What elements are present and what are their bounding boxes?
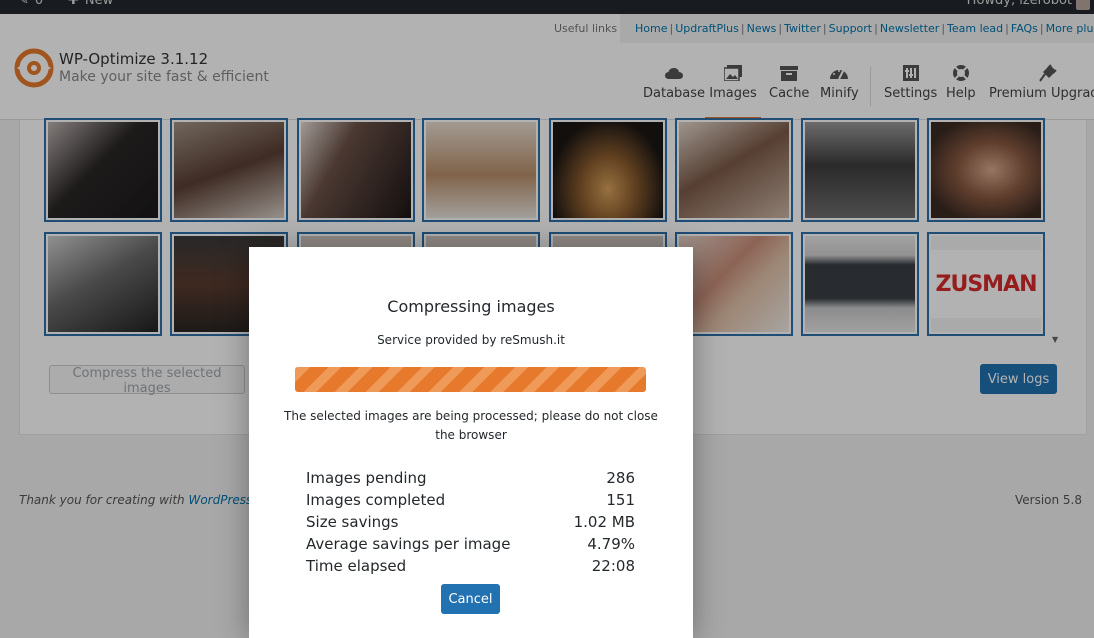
stat-time-elapsed: Time elapsed 22:08: [306, 555, 635, 577]
stat-value: 4.79%: [587, 535, 635, 553]
stat-label: Size savings: [306, 513, 399, 531]
compression-stats: Images pending 286 Images completed 151 Si…: [306, 467, 635, 577]
dialog-title: Compressing images: [387, 297, 555, 316]
progress-bar: [295, 367, 646, 392]
stat-label: Time elapsed: [306, 557, 407, 575]
stat-value: 1.02 MB: [573, 513, 635, 531]
stat-value: 151: [606, 491, 635, 509]
service-credit: Service provided by reSmush.it: [377, 333, 565, 347]
processing-message: The selected images are being processed;…: [284, 409, 658, 442]
stat-average-savings: Average savings per image 4.79%: [306, 533, 635, 555]
progress-fill: [295, 367, 646, 392]
cancel-button[interactable]: Cancel: [441, 584, 500, 614]
stat-images-pending: Images pending 286: [306, 467, 635, 489]
compressing-dialog: Compressing images Service provided by r…: [249, 247, 693, 638]
stat-size-savings: Size savings 1.02 MB: [306, 511, 635, 533]
stat-images-completed: Images completed 151: [306, 489, 635, 511]
stat-label: Images pending: [306, 469, 427, 487]
stat-label: Images completed: [306, 491, 446, 509]
stat-label: Average savings per image: [306, 535, 511, 553]
stat-value: 22:08: [591, 557, 635, 575]
stat-value: 286: [606, 469, 635, 487]
